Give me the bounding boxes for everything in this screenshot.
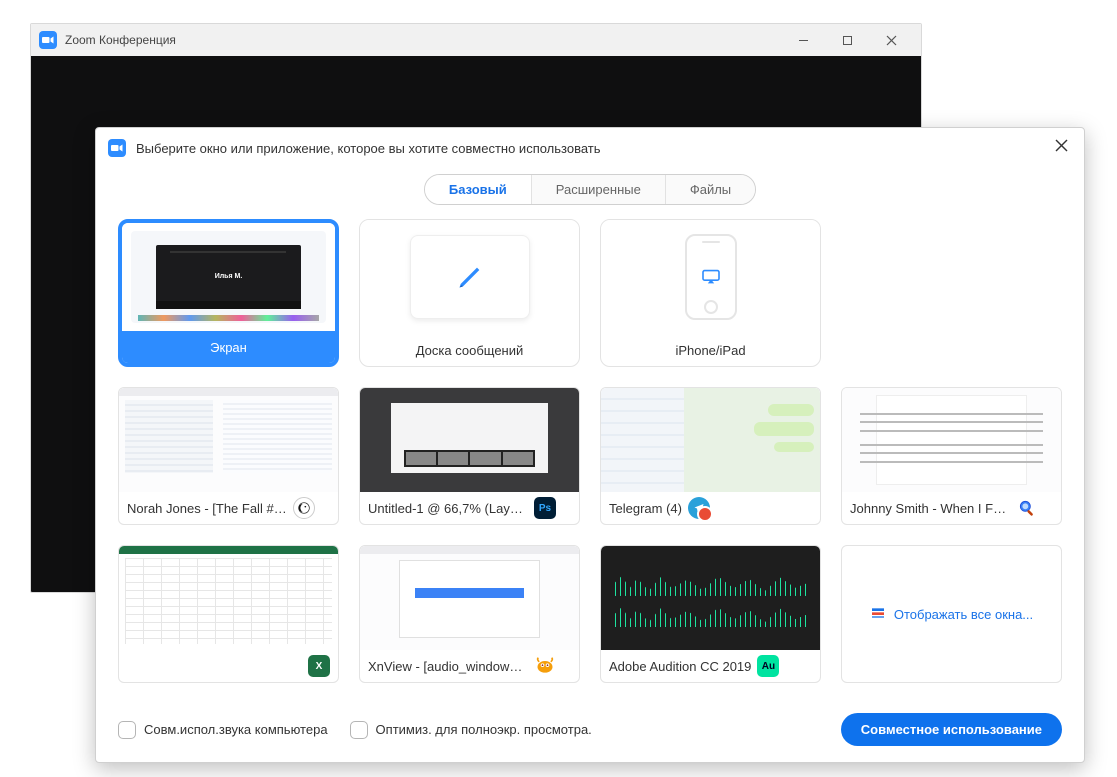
share-targets-grid: Илья М. Экран Доска сообщений <box>118 219 1062 683</box>
screen-thumb: Илья М. <box>122 223 335 331</box>
card-label: XnView - [audio_windows_2.png] <box>368 659 528 674</box>
checkbox-label: Совм.испол.звука компьютера <box>144 722 328 737</box>
foobar-icon <box>293 497 315 519</box>
share-window-photoshop[interactable]: Untitled-1 @ 66,7% (Layer 1, RGB... Ps <box>359 387 580 525</box>
checkbox-icon <box>350 721 368 739</box>
show-all-label: Отображать все окна... <box>894 607 1033 622</box>
checkbox-optimize-fullscreen[interactable]: Оптимиз. для полноэкр. просмотра. <box>350 721 592 739</box>
checkbox-share-audio[interactable]: Совм.испол.звука компьютера <box>118 721 328 739</box>
share-option-whiteboard[interactable]: Доска сообщений <box>359 219 580 367</box>
checkbox-icon <box>118 721 136 739</box>
share-option-screen[interactable]: Илья М. Экран <box>118 219 339 367</box>
share-window-telegram[interactable]: Telegram (4) <box>600 387 821 525</box>
share-window-scoreviewer[interactable]: Johnny Smith - When I Fall In Lov... <box>841 387 1062 525</box>
share-window-excel[interactable]: X <box>118 545 339 683</box>
dialog-footer: Совм.испол.звука компьютера Оптимиз. для… <box>96 701 1084 762</box>
minimize-button[interactable] <box>781 26 825 54</box>
card-label: Johnny Smith - When I Fall In Lov... <box>850 501 1010 516</box>
share-selection-dialog: Выберите окно или приложение, которое вы… <box>95 127 1085 763</box>
maximize-button[interactable] <box>825 26 869 54</box>
checkbox-label: Оптимиз. для полноэкр. просмотра. <box>376 722 592 737</box>
zoom-app-icon <box>39 31 57 49</box>
xnview-icon <box>534 655 556 677</box>
share-tabs: Базовый Расширенные Файлы <box>96 168 1084 219</box>
close-button[interactable] <box>869 26 913 54</box>
tab-basic[interactable]: Базовый <box>425 175 532 204</box>
back-titlebar: Zoom Конференция <box>31 24 921 56</box>
stack-icon <box>870 606 886 623</box>
share-show-all-windows[interactable]: Отображать все окна... <box>841 545 1062 683</box>
back-window-title: Zoom Конференция <box>65 33 176 47</box>
telegram-icon <box>688 497 710 519</box>
excel-icon: X <box>308 655 330 677</box>
card-label: Доска сообщений <box>360 334 579 366</box>
zoom-app-icon <box>108 139 126 157</box>
share-window-audition[interactable]: Adobe Audition CC 2019 Au <box>600 545 821 683</box>
share-window-xnview[interactable]: XnView - [audio_windows_2.png] <box>359 545 580 683</box>
card-label: Telegram (4) <box>609 501 682 516</box>
card-label: Norah Jones - [The Fall #07] It's G... <box>127 501 287 516</box>
participant-name: Илья М. <box>215 273 243 280</box>
card-label: Adobe Audition CC 2019 <box>609 659 751 674</box>
phone-icon <box>685 234 737 320</box>
share-window-foobar[interactable]: Norah Jones - [The Fall #07] It's G... <box>118 387 339 525</box>
audition-icon: Au <box>757 655 779 677</box>
card-label: iPhone/iPad <box>601 334 820 366</box>
tab-files[interactable]: Файлы <box>666 175 755 204</box>
share-button[interactable]: Совместное использование <box>841 713 1062 746</box>
tab-advanced[interactable]: Расширенные <box>532 175 666 204</box>
whiteboard-icon <box>410 235 530 319</box>
card-label: Экран <box>122 331 335 363</box>
share-option-iphone-ipad[interactable]: iPhone/iPad <box>600 219 821 367</box>
dialog-title: Выберите окно или приложение, которое вы… <box>136 141 601 156</box>
card-label: Untitled-1 @ 66,7% (Layer 1, RGB... <box>368 501 528 516</box>
close-icon[interactable] <box>1051 135 1072 161</box>
magnifier-icon <box>1016 497 1038 519</box>
photoshop-icon: Ps <box>534 497 556 519</box>
